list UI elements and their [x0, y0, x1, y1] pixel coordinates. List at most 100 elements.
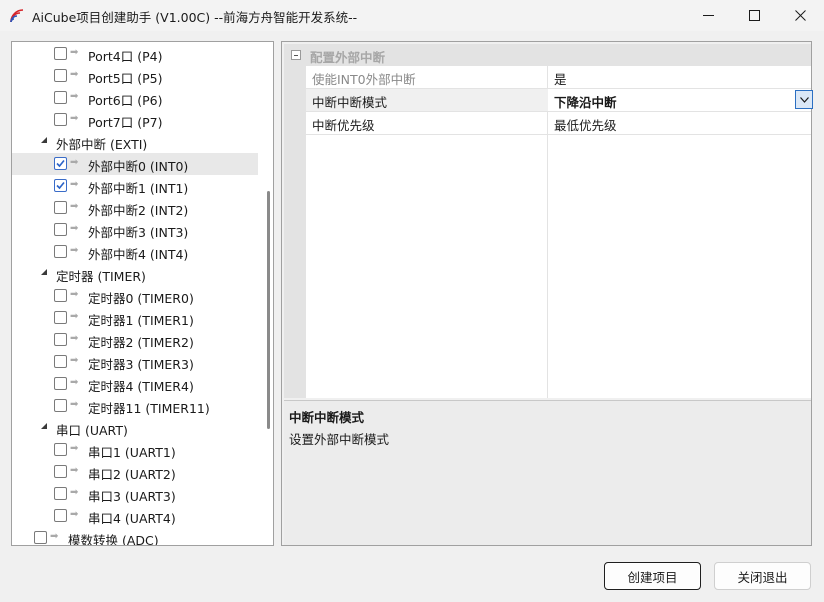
property-row-mode[interactable]: 中断中断模式 下降沿中断: [306, 89, 813, 112]
tree-item[interactable]: ➡ 外部中断3 (INT3): [12, 219, 258, 241]
property-row-priority[interactable]: 中断优先级 最低优先级: [306, 112, 811, 135]
tree-item-label: Port6口 (P6): [88, 93, 163, 108]
tree-item[interactable]: ➡ 串口3 (UART3): [12, 483, 258, 505]
tree-item[interactable]: ➡ Port7口 (P7): [12, 109, 258, 131]
tree-group[interactable]: 串口 (UART): [12, 417, 258, 439]
tree-item[interactable]: ➡ 定时器11 (TIMER11): [12, 395, 258, 417]
checkbox[interactable]: [54, 113, 67, 126]
checkbox[interactable]: [54, 443, 67, 456]
tree-item[interactable]: ➡ 定时器1 (TIMER1): [12, 307, 258, 329]
tree-item[interactable]: ➡ 外部中断0 (INT0): [12, 153, 258, 175]
checkbox[interactable]: [34, 531, 47, 544]
tree-item[interactable]: ➡ 串口2 (UART2): [12, 461, 258, 483]
arrow-right-icon: ➡: [70, 69, 79, 80]
arrow-right-icon: ➡: [50, 531, 59, 542]
tree-item[interactable]: ➡ 定时器4 (TIMER4): [12, 373, 258, 395]
checkbox[interactable]: [54, 201, 67, 214]
peripheral-tree[interactable]: ➡ Port4口 (P4) ➡ Port5口 (P5) ➡ Port6口 (P6) ➡ Por…: [11, 41, 274, 546]
tree-group-label: 定时器 (TIMER): [56, 269, 146, 284]
minimize-button[interactable]: [685, 0, 731, 31]
app-logo-icon: [10, 9, 24, 23]
tree-scrollbar-thumb[interactable]: [267, 191, 270, 429]
checkbox[interactable]: [54, 311, 67, 324]
arrow-right-icon: ➡: [70, 509, 79, 520]
tree-item-label: 定时器2 (TIMER2): [88, 335, 194, 350]
close-icon: [794, 10, 806, 21]
tree-item-label: 串口1 (UART1): [88, 445, 176, 460]
tree-item[interactable]: ➡ Port5口 (P5): [12, 65, 258, 87]
collapse-icon[interactable]: [291, 50, 301, 60]
tree-item-label: 模数转换 (ADC): [68, 533, 159, 546]
tree-item-label: Port7口 (P7): [88, 115, 163, 130]
arrow-right-icon: ➡: [70, 47, 79, 58]
checkbox[interactable]: [54, 399, 67, 412]
arrow-right-icon: ➡: [70, 355, 79, 366]
property-value-select[interactable]: 下降沿中断: [554, 92, 617, 111]
checkbox[interactable]: [54, 91, 67, 104]
tree-item-label: 定时器3 (TIMER3): [88, 357, 194, 372]
category-label: 配置外部中断: [310, 50, 386, 65]
checkbox[interactable]: [54, 377, 67, 390]
tree-item-label: Port4口 (P4): [88, 49, 163, 64]
dropdown-button[interactable]: [795, 90, 813, 109]
title-bar: AiCube项目创建助手 (V1.00C) --前海方舟智能开发系统--: [0, 0, 824, 31]
tree-item-label: 定时器0 (TIMER0): [88, 291, 194, 306]
tree-item[interactable]: ➡ 外部中断2 (INT2): [12, 197, 258, 219]
tree-item-label: 外部中断3 (INT3): [88, 225, 189, 240]
tree-item-label: 外部中断2 (INT2): [88, 203, 189, 218]
expanded-icon[interactable]: [39, 421, 49, 433]
tree-group-label: 串口 (UART): [56, 423, 128, 438]
checkbox[interactable]: [54, 333, 67, 346]
tree-item[interactable]: ➡ 定时器0 (TIMER0): [12, 285, 258, 307]
tree-item[interactable]: ➡ 串口1 (UART1): [12, 439, 258, 461]
checkbox[interactable]: [54, 69, 67, 82]
arrow-right-icon: ➡: [70, 113, 79, 124]
tree-item-label: 外部中断4 (INT4): [88, 247, 189, 262]
arrow-right-icon: ➡: [70, 465, 79, 476]
tree-item-label: 定时器11 (TIMER11): [88, 401, 210, 416]
checkbox[interactable]: [54, 223, 67, 236]
tree-group[interactable]: 外部中断 (EXTI): [12, 131, 258, 153]
checkbox[interactable]: [54, 179, 67, 192]
close-button[interactable]: [777, 0, 823, 31]
property-row-enable[interactable]: 使能INT0外部中断 是: [306, 66, 811, 89]
tree-item-label: 外部中断1 (INT1): [88, 181, 189, 196]
tree-item[interactable]: ➡ 外部中断1 (INT1): [12, 175, 258, 197]
tree-item[interactable]: ➡ 外部中断4 (INT4): [12, 241, 258, 263]
chevron-down-icon: [799, 96, 809, 103]
expanded-icon[interactable]: [39, 135, 49, 147]
arrow-right-icon: ➡: [70, 245, 79, 256]
property-grid[interactable]: 配置外部中断 使能INT0外部中断 是 中断中断模式 下降沿中断 中断优先级 最…: [284, 44, 813, 398]
expanded-icon[interactable]: [39, 267, 49, 279]
minimize-icon: [702, 15, 714, 16]
create-project-button[interactable]: 创建项目: [604, 562, 701, 590]
tree-item[interactable]: ➡ 定时器3 (TIMER3): [12, 351, 258, 373]
tree-item[interactable]: ➡ 定时器2 (TIMER2): [12, 329, 258, 351]
arrow-right-icon: ➡: [70, 289, 79, 300]
checkbox[interactable]: [54, 487, 67, 500]
property-name: 使能INT0外部中断: [312, 72, 416, 87]
window-title: AiCube项目创建助手 (V1.00C) --前海方舟智能开发系统--: [32, 10, 358, 25]
property-panel: 配置外部中断 使能INT0外部中断 是 中断中断模式 下降沿中断 中断优先级 最…: [281, 41, 813, 546]
tree-group[interactable]: 定时器 (TIMER): [12, 263, 258, 285]
close-exit-button[interactable]: 关闭退出: [714, 562, 811, 590]
tree-item[interactable]: ➡ Port6口 (P6): [12, 87, 258, 109]
checkbox[interactable]: [54, 509, 67, 522]
checkbox[interactable]: [54, 245, 67, 258]
checkbox[interactable]: [54, 289, 67, 302]
property-category[interactable]: 配置外部中断: [284, 44, 811, 66]
tree-item[interactable]: ➡ Port4口 (P4): [12, 43, 258, 65]
arrow-right-icon: ➡: [70, 179, 79, 190]
tree-item[interactable]: ➡ 模数转换 (ADC): [12, 527, 258, 546]
checkbox[interactable]: [54, 465, 67, 478]
property-value: 是: [554, 72, 567, 87]
checkbox[interactable]: [54, 157, 67, 170]
tree-item[interactable]: ➡ 串口4 (UART4): [12, 505, 258, 527]
arrow-right-icon: ➡: [70, 377, 79, 388]
checkbox[interactable]: [54, 355, 67, 368]
property-gutter: [284, 66, 306, 398]
property-name: 中断中断模式: [312, 95, 388, 110]
tree-item-label: 定时器1 (TIMER1): [88, 313, 194, 328]
checkbox[interactable]: [54, 47, 67, 60]
maximize-button[interactable]: [731, 0, 777, 31]
